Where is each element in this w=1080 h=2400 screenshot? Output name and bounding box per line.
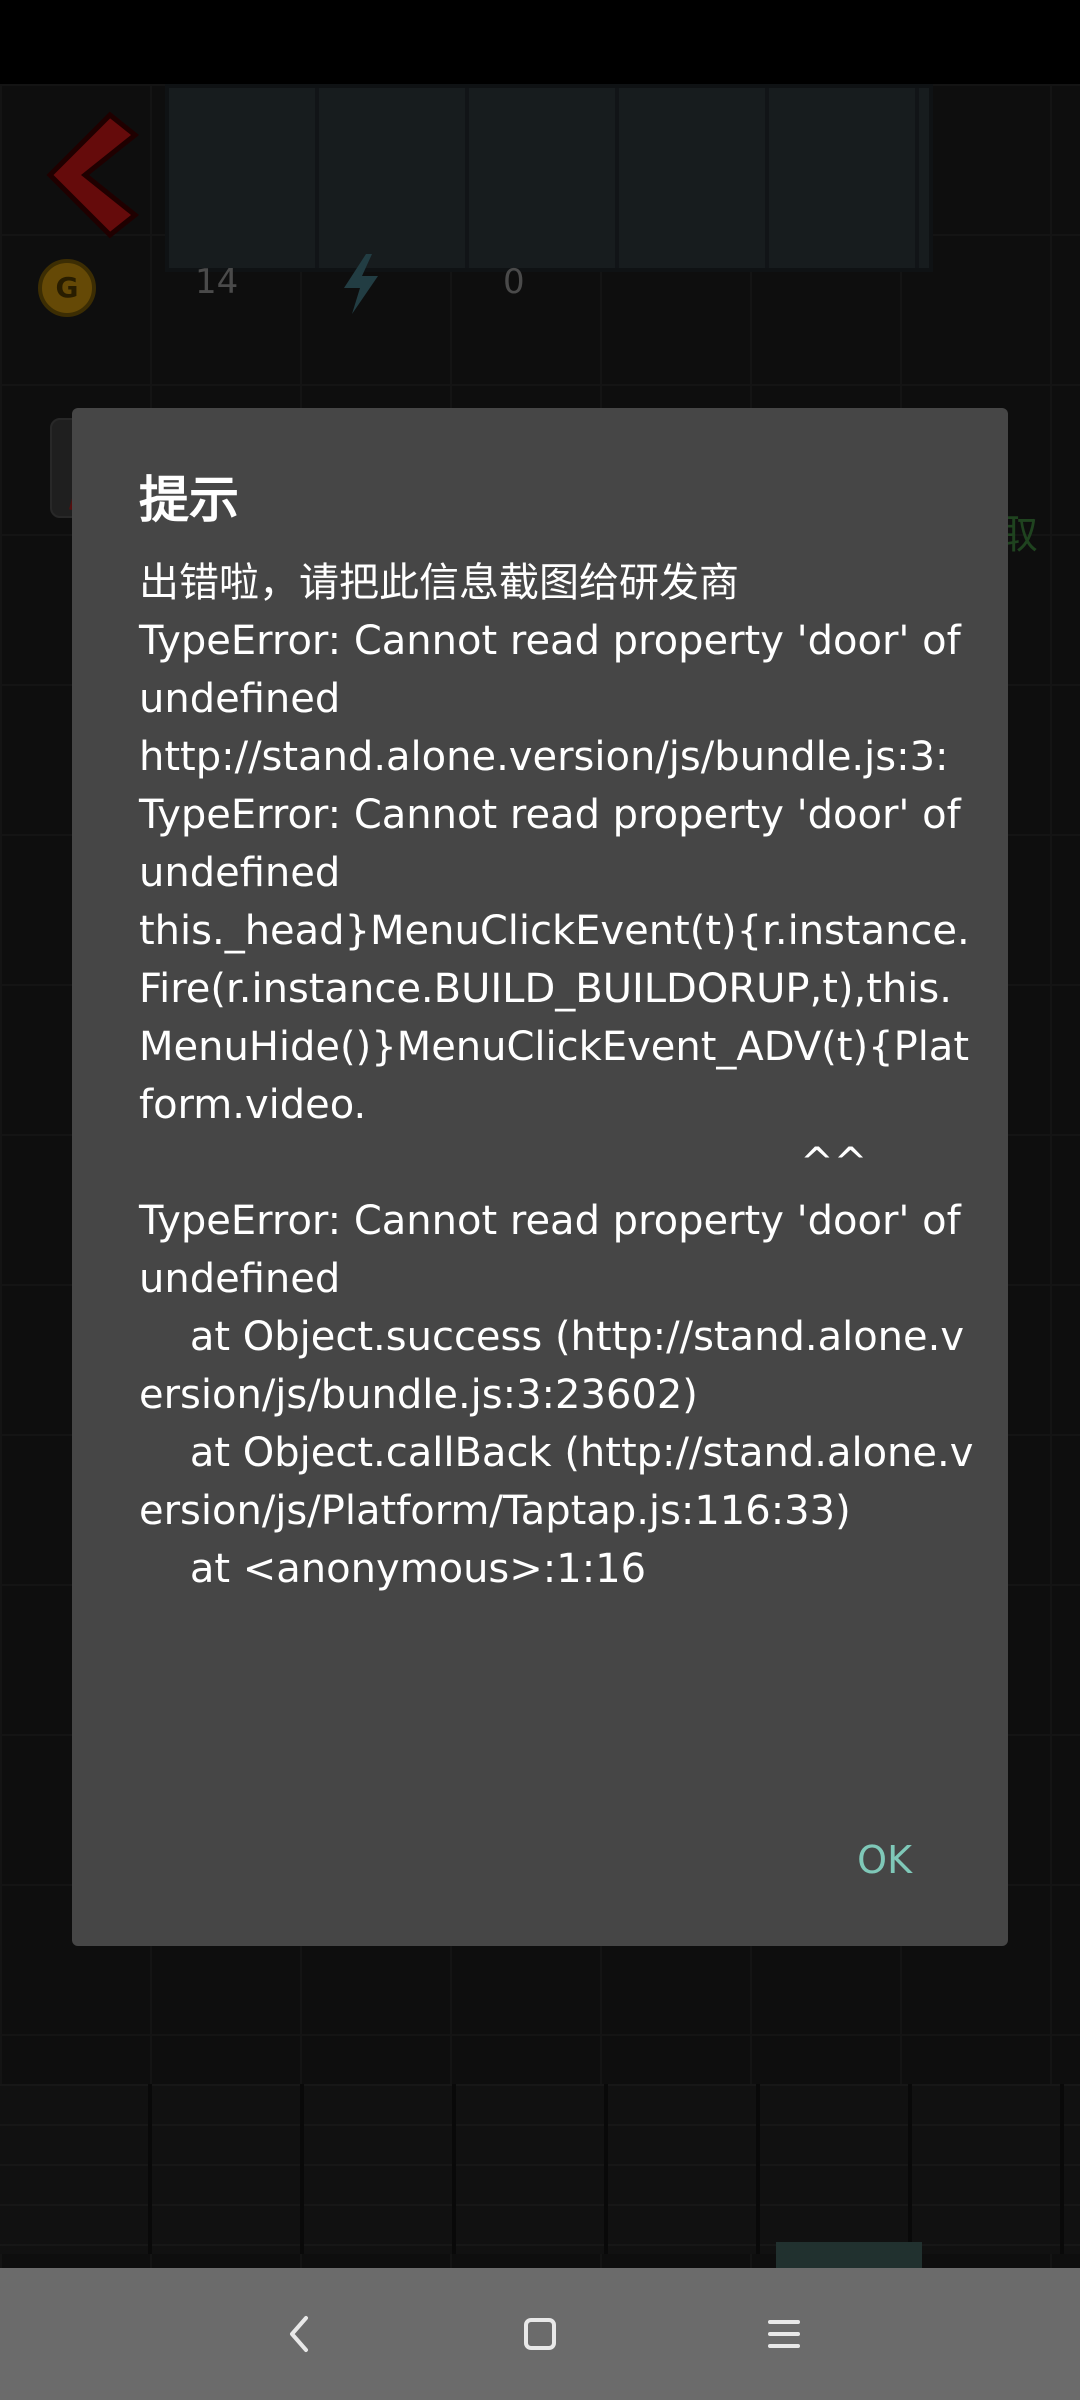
dialog-title: 提示 — [139, 471, 239, 529]
menu-icon[interactable] — [752, 2302, 816, 2366]
home-icon[interactable] — [508, 2302, 572, 2366]
navigation-bar — [0, 2268, 1080, 2400]
ok-button[interactable]: OK — [851, 1830, 918, 1890]
error-dialog: 提示 出错啦，请把此信息截图给研发商 TypeError: Cannot rea… — [72, 408, 1008, 1946]
back-icon[interactable] — [268, 2302, 332, 2366]
error-message: 出错啦，请把此信息截图给研发商 TypeError: Cannot read p… — [139, 560, 974, 1592]
